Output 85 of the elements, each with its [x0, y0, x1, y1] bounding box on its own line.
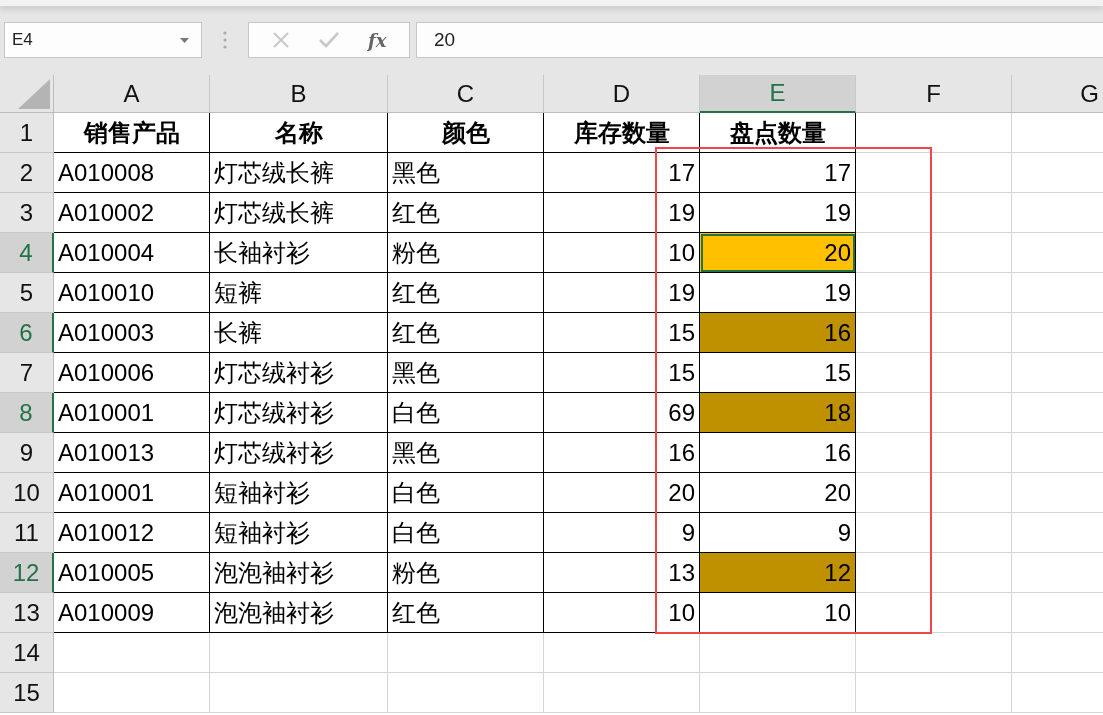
table-cell: 短袖衬衫 [210, 513, 388, 553]
table-cell: 20 [700, 233, 856, 273]
table-cell: A010006 [54, 353, 210, 393]
table-cell: 白色 [388, 393, 544, 433]
row-header[interactable]: 2 [0, 153, 54, 193]
table-cell: 16 [544, 433, 700, 473]
table-cell: 15 [544, 353, 700, 393]
table-cell: 灯芯绒衬衫 [210, 353, 388, 393]
table-cell: 泡泡袖衬衫 [210, 593, 388, 633]
table-cell: 黑色 [388, 153, 544, 193]
table-cell: 泡泡袖衬衫 [210, 553, 388, 593]
row-header[interactable]: 6 [0, 313, 54, 353]
select-all-icon[interactable] [18, 79, 50, 109]
row-header[interactable]: 8 [0, 393, 54, 433]
table-cell: 9 [544, 513, 700, 553]
table-cell: A010008 [54, 153, 210, 193]
table-cell: A010001 [54, 473, 210, 513]
row-header[interactable]: 3 [0, 193, 54, 233]
row-header[interactable]: 15 [0, 673, 54, 713]
name-box[interactable]: E4 [4, 22, 202, 58]
column-header[interactable]: C [388, 75, 544, 113]
table-cell: 19 [544, 193, 700, 233]
insert-function-button[interactable]: fx [365, 29, 389, 51]
table-cell: 10 [544, 593, 700, 633]
column-header[interactable]: A [54, 75, 210, 113]
table-cell: A010005 [54, 553, 210, 593]
row-header[interactable]: 11 [0, 513, 54, 553]
column-header[interactable]: D [544, 75, 700, 113]
header-cell: 销售产品 [54, 113, 210, 153]
table-cell: A010012 [54, 513, 210, 553]
table-cell: 短裤 [210, 273, 388, 313]
table-cell: 17 [700, 153, 856, 193]
table-cell: A010010 [54, 273, 210, 313]
row-header[interactable]: 13 [0, 593, 54, 633]
table-cell: 黑色 [388, 353, 544, 393]
table-cell: 长袖衬衫 [210, 233, 388, 273]
table-cell: 长裤 [210, 313, 388, 353]
table-cell: A010004 [54, 233, 210, 273]
table-cell: 灯芯绒长裤 [210, 193, 388, 233]
table-cell: 红色 [388, 593, 544, 633]
row-header[interactable]: 5 [0, 273, 54, 313]
table-cell: 16 [700, 433, 856, 473]
table-cell: 10 [700, 593, 856, 633]
table-cell: 20 [700, 473, 856, 513]
column-header[interactable]: F [856, 75, 1012, 113]
table-cell: 灯芯绒长裤 [210, 153, 388, 193]
row-header[interactable]: 9 [0, 433, 54, 473]
table-cell: 18 [700, 393, 856, 433]
table-cell: A010001 [54, 393, 210, 433]
table-cell: A010009 [54, 593, 210, 633]
table-cell: 短袖衬衫 [210, 473, 388, 513]
column-header[interactable]: B [210, 75, 388, 113]
table-cell: 17 [544, 153, 700, 193]
table-cell: 红色 [388, 313, 544, 353]
row-header[interactable]: 4 [0, 233, 54, 273]
table-cell: 灯芯绒衬衫 [210, 433, 388, 473]
row-header[interactable]: 1 [0, 113, 54, 153]
table-cell: 白色 [388, 513, 544, 553]
table-cell: 白色 [388, 473, 544, 513]
table-cell: 红色 [388, 273, 544, 313]
table-cell: A010013 [54, 433, 210, 473]
row-header[interactable]: 14 [0, 633, 54, 673]
table-cell: A010003 [54, 313, 210, 353]
table-cell: 粉色 [388, 553, 544, 593]
table-cell: 粉色 [388, 233, 544, 273]
formula-input[interactable]: 20 [416, 22, 1103, 58]
row-header[interactable]: 7 [0, 353, 54, 393]
header-cell: 盘点数量 [700, 113, 856, 153]
column-header[interactable]: E [700, 75, 856, 113]
table-cell: 19 [544, 273, 700, 313]
header-cell: 名称 [210, 113, 388, 153]
table-cell: 红色 [388, 193, 544, 233]
header-cell: 库存数量 [544, 113, 700, 153]
grip-icon [223, 31, 227, 49]
table-cell: 黑色 [388, 433, 544, 473]
column-header[interactable]: G [1012, 75, 1103, 113]
table-cell: A010002 [54, 193, 210, 233]
row-header[interactable]: 10 [0, 473, 54, 513]
table-cell: 灯芯绒衬衫 [210, 393, 388, 433]
caret-icon [180, 37, 189, 43]
table-cell: 16 [700, 313, 856, 353]
table-cell: 20 [544, 473, 700, 513]
row-header[interactable]: 12 [0, 553, 54, 593]
header-cell: 颜色 [388, 113, 544, 153]
table-cell: 12 [700, 553, 856, 593]
